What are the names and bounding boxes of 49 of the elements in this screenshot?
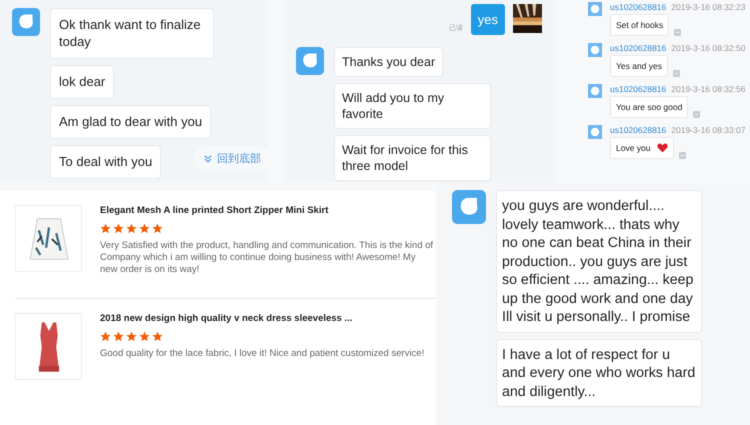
star-icon bbox=[126, 331, 137, 342]
sent-message-bubble: yes bbox=[470, 4, 505, 35]
review-text: Good quality for the lace fabric, I love it! Nice and patient customized service! bbox=[100, 348, 426, 360]
status-icon bbox=[674, 29, 682, 36]
avatar-icon bbox=[588, 125, 602, 139]
message-bubble: Am glad to dear with you bbox=[50, 105, 212, 139]
star-icon bbox=[152, 223, 163, 234]
star-icon bbox=[152, 331, 163, 342]
message-bubble: Will add you to my favorite bbox=[334, 83, 491, 129]
star-icon bbox=[100, 223, 111, 234]
message-bubble: To deal with you bbox=[50, 145, 162, 179]
avatar-icon bbox=[452, 190, 486, 224]
timestamp: 2019-3-16 08:32:50 bbox=[671, 43, 746, 53]
timestamp: 2019-3-16 08:32:56 bbox=[671, 84, 746, 94]
review-text: Very Satisfied with the product, handling and communication. This is the kind of Company which i am willing to continue doing business with! Awesome! My new order is on its way! bbox=[100, 240, 434, 276]
message-bubble: lok dear bbox=[50, 65, 114, 99]
product-title: 2018 new design high quality v neck dress sleeveless ... bbox=[100, 313, 354, 324]
message-bubble: Love you bbox=[610, 137, 674, 159]
star-icon bbox=[139, 331, 150, 342]
product-title: Elegant Mesh A line printed Short Zipper Mini Skirt bbox=[100, 205, 330, 216]
timestamp: 2019-3-16 08:33:07 bbox=[671, 125, 746, 135]
username-link[interactable]: us1020628816 bbox=[610, 2, 666, 12]
avatar-icon bbox=[588, 84, 602, 98]
message-bubble: Set of hooks bbox=[610, 14, 670, 36]
username-link[interactable]: us1020628816 bbox=[610, 125, 666, 135]
status-icon bbox=[693, 111, 700, 118]
status-icon bbox=[673, 70, 680, 77]
message-bubble: I have a lot of respect for u and every one who works hard and diligently... bbox=[496, 338, 702, 407]
message-bubble: Ok thank want to finalize today bbox=[50, 8, 214, 59]
status-icon bbox=[678, 152, 686, 159]
star-icon bbox=[139, 223, 150, 234]
avatar-icon bbox=[12, 8, 40, 36]
message-bubble: Wait for invoice for this three model bbox=[334, 135, 491, 181]
star-icon bbox=[100, 331, 111, 342]
message-bubble: Thanks you dear bbox=[334, 47, 444, 77]
avatar-icon bbox=[588, 43, 602, 57]
username-link[interactable]: us1020628816 bbox=[610, 43, 666, 53]
heart-icon bbox=[656, 143, 668, 153]
jump-to-bottom-button[interactable]: 回到底部 bbox=[194, 146, 268, 171]
avatar-icon bbox=[296, 47, 324, 75]
chevron-icon bbox=[204, 154, 212, 162]
message-bubble: Yes and yes bbox=[610, 55, 668, 77]
star-icon bbox=[113, 223, 124, 234]
timestamp: 2019-3-16 08:32:23 bbox=[671, 2, 746, 12]
star-icon bbox=[126, 223, 137, 234]
message-bubble: You are soo good bbox=[610, 96, 688, 118]
username-link[interactable]: us1020628816 bbox=[610, 84, 666, 94]
star-icon bbox=[113, 331, 124, 342]
message-bubble: you guys are wonderful.... lovely teamwork... thats why no one can beat China in their production.. you guys are just so efficient .... amazing... keep up the good work and one day Ill visit u personally.. I promise bbox=[496, 190, 702, 332]
